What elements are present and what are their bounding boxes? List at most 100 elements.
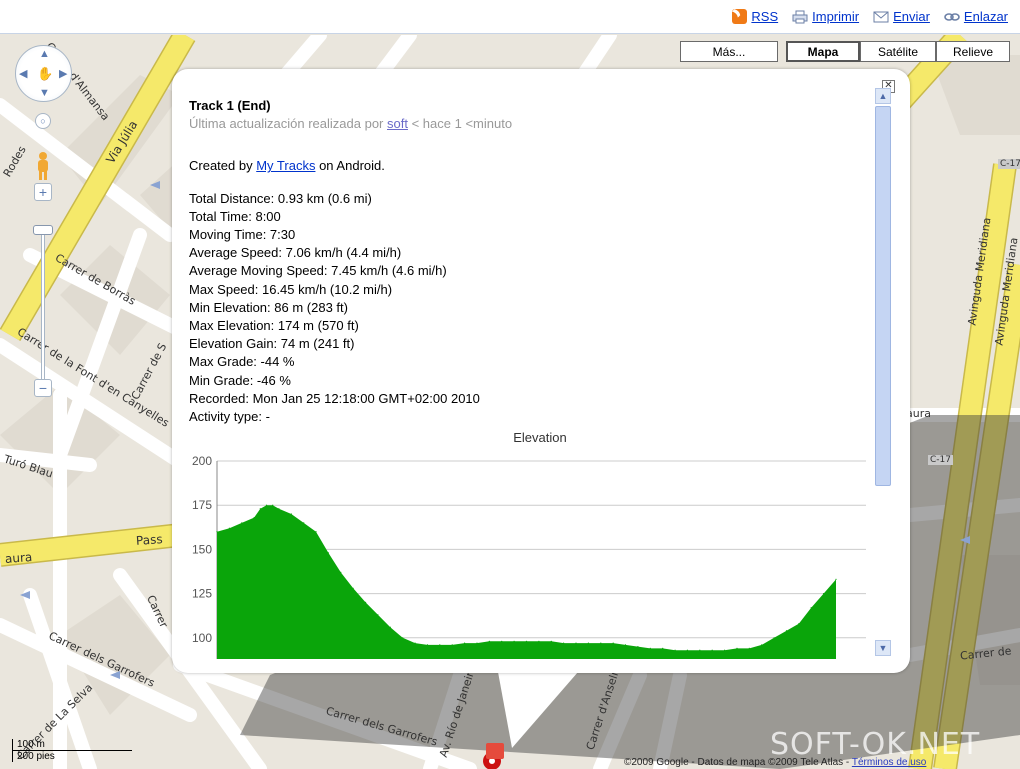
elevation-point <box>699 649 701 651</box>
rss-icon <box>732 9 748 24</box>
pegman-icon[interactable] <box>35 151 51 181</box>
elevation-point <box>241 522 243 524</box>
info-window: Track 1 (End) Última actualización reali… <box>172 69 910 673</box>
elevation-point <box>538 640 540 642</box>
elevation-point <box>575 642 577 644</box>
updated-user-link[interactable]: soft <box>387 116 408 131</box>
elevation-point <box>785 630 788 632</box>
pan-down-icon[interactable]: ▼ <box>39 87 50 99</box>
elevation-point <box>228 527 230 529</box>
map-type-terrain-button[interactable]: Relieve <box>936 41 1010 62</box>
elevation-point <box>513 640 515 642</box>
elevation-chart: Elevation 100 125 150 175 200 <box>192 430 866 659</box>
y-tick-label: 150 <box>192 542 212 556</box>
print-link[interactable]: Imprimir <box>792 9 859 24</box>
elevation-point <box>810 607 812 609</box>
stat-moving-time: Moving Time: 7:30 <box>189 227 296 243</box>
scale-meters: 100 m <box>12 739 132 751</box>
link-link[interactable]: Enlazar <box>944 9 1008 24</box>
y-tick-label: 175 <box>192 498 212 512</box>
send-label: Enviar <box>893 9 930 24</box>
elevation-point <box>600 642 602 644</box>
street-label-passeig: Pass <box>135 532 164 548</box>
elevation-point <box>736 647 738 649</box>
stat-activity-type: Activity type: - <box>189 409 270 425</box>
chain-link-icon <box>944 12 960 21</box>
scale-bar: 100 m 200 pies <box>12 739 132 762</box>
send-link[interactable]: Enviar <box>873 9 930 24</box>
elevation-point <box>649 647 651 649</box>
link-label: Enlazar <box>963 9 1008 24</box>
elevation-point <box>761 644 763 646</box>
zoom-out-button[interactable]: − <box>34 379 52 397</box>
map-type-satellite-button[interactable]: Satélite <box>860 41 936 62</box>
map-type-more-button[interactable]: Más... <box>680 41 778 62</box>
elevation-point <box>327 552 329 554</box>
zoom-slider-knob[interactable] <box>33 225 53 235</box>
elevation-point <box>259 508 261 510</box>
elevation-point <box>253 517 255 519</box>
elevation-point <box>402 637 404 639</box>
updated-suffix: < hace 1 <minuto <box>411 116 513 132</box>
elevation-point <box>414 642 416 644</box>
stat-min-grade: Min Grade: -46 % <box>189 372 291 388</box>
y-tick-label: 200 <box>192 454 212 468</box>
street-view-toggle[interactable]: ○ <box>35 113 51 129</box>
stat-average-moving-speed: Average Moving Speed: 7.45 km/h (4.6 mi/… <box>189 263 447 279</box>
pan-up-icon[interactable]: ▲ <box>39 48 50 60</box>
elevation-point <box>290 513 292 515</box>
elevation-point <box>439 644 441 646</box>
street-label-c17-a: C-17 <box>998 159 1020 169</box>
stats-list: Total Distance: 0.93 km (0.6 mi) Total T… <box>189 190 869 427</box>
zoom-in-button[interactable]: + <box>34 183 52 201</box>
info-content: Track 1 (End) Última actualización reali… <box>189 97 869 426</box>
scroll-down-button[interactable]: ▼ <box>875 640 891 656</box>
y-tick-label: 125 <box>192 587 212 601</box>
pan-control[interactable]: ▲ ▼ ◀ ▶ ✋ <box>15 45 72 102</box>
elevation-point <box>303 522 305 524</box>
elevation-point <box>216 531 218 533</box>
scroll-up-button[interactable]: ▲ <box>875 88 891 104</box>
elevation-point <box>686 649 689 651</box>
pan-right-icon[interactable]: ▶ <box>59 67 67 80</box>
elevation-point <box>464 642 466 644</box>
created-prefix: Created by <box>189 158 253 174</box>
elevation-point <box>711 649 713 651</box>
elevation-point <box>823 593 825 595</box>
elevation-point <box>798 623 800 625</box>
stat-total-distance: Total Distance: 0.93 km (0.6 mi) <box>189 190 372 206</box>
terms-link[interactable]: Términos de uso <box>852 757 926 768</box>
stat-max-grade: Max Grade: -44 % <box>189 354 295 370</box>
elevation-point <box>724 649 726 651</box>
rss-link[interactable]: RSS <box>732 9 778 24</box>
info-updated: Última actualización realizada por soft … <box>189 115 869 133</box>
elevation-point <box>662 647 664 649</box>
my-tracks-link[interactable]: My Tracks <box>256 158 315 173</box>
elevation-point <box>389 626 391 628</box>
pan-left-icon[interactable]: ◀ <box>19 67 27 80</box>
elevation-area <box>217 505 836 659</box>
elevation-point <box>587 642 589 644</box>
elevation-point <box>612 642 614 644</box>
elevation-point <box>340 571 342 573</box>
map-type-map-button[interactable]: Mapa <box>786 41 860 62</box>
elevation-point <box>624 644 627 646</box>
street-label-aura: aura <box>4 550 33 566</box>
stat-max-speed: Max Speed: 16.45 km/h (10.2 mi/h) <box>189 281 393 297</box>
zoom-slider-track[interactable] <box>41 230 45 380</box>
stat-average-speed: Average Speed: 7.06 km/h (4.4 mi/h) <box>189 245 402 261</box>
rss-label: RSS <box>751 9 779 24</box>
elevation-point <box>525 640 528 642</box>
top-link-bar: RSS Imprimir Enviar Enlazar <box>0 0 1020 34</box>
scroll-thumb[interactable] <box>875 106 891 486</box>
scale-feet: 200 pies <box>12 751 92 762</box>
chart-title: Elevation <box>513 430 566 445</box>
elevation-point <box>550 640 552 642</box>
info-window-tail <box>498 672 578 748</box>
print-label: Imprimir <box>812 9 860 24</box>
stat-elevation-gain: Elevation Gain: 74 m (241 ft) <box>189 336 355 352</box>
elevation-point <box>835 578 837 580</box>
info-scrollbar[interactable]: ▲ ▼ <box>875 88 891 660</box>
street-label-c17-b: C-17 <box>928 455 953 465</box>
stat-min-elevation: Min Elevation: 86 m (283 ft) <box>189 299 348 315</box>
